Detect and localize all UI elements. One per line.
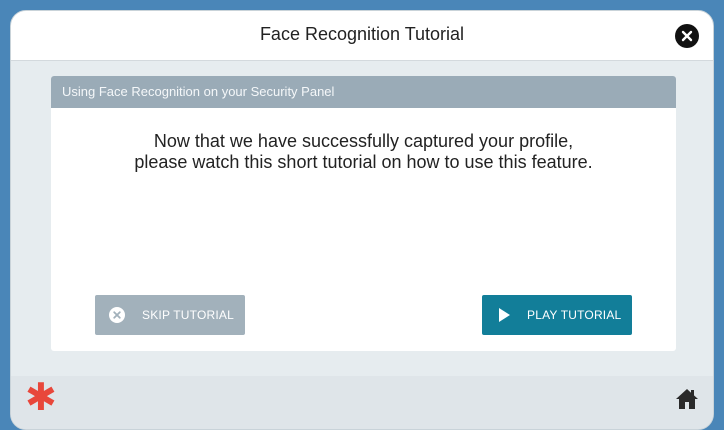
skip-tutorial-label: SKIP TUTORIAL	[142, 308, 234, 322]
tutorial-message: Now that we have successfully captured y…	[51, 131, 676, 173]
x-circle-icon	[109, 307, 125, 326]
dialog-titlebar: Face Recognition Tutorial	[11, 11, 713, 61]
dialog-title: Face Recognition Tutorial	[259, 24, 465, 44]
panel-header: Using Face Recognition on your Security …	[51, 76, 676, 108]
footer-bar: ✱	[11, 376, 713, 429]
asterisk-icon: ✱	[25, 377, 57, 419]
tutorial-dialog: Face Recognition Tutorial Using Face Rec…	[10, 10, 714, 430]
skip-tutorial-button[interactable]: SKIP TUTORIAL	[95, 295, 245, 335]
message-line-1: Now that we have successfully captured y…	[153, 131, 574, 151]
message-line-2: please watch this short tutorial on how …	[134, 152, 593, 172]
play-tutorial-label: PLAY TUTORIAL	[527, 308, 622, 322]
close-icon	[681, 30, 693, 42]
close-button[interactable]	[675, 24, 699, 48]
play-tutorial-button[interactable]: PLAY TUTORIAL	[482, 295, 632, 335]
home-icon[interactable]	[675, 388, 699, 415]
tutorial-panel: Using Face Recognition on your Security …	[51, 76, 676, 351]
play-icon	[496, 307, 512, 326]
